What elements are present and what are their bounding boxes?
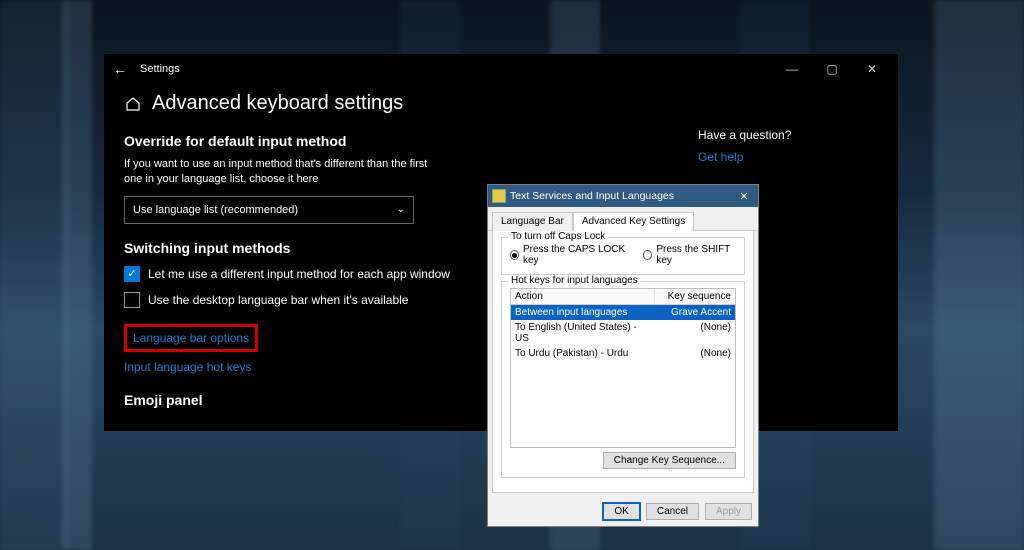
maximize-button[interactable]: ▢	[812, 54, 852, 84]
hotkey-row[interactable]: To Urdu (Pakistan) - Urdu (None)	[511, 346, 735, 361]
radio-label: Press the SHIFT key	[656, 244, 736, 266]
settings-titlebar: ← Settings — ▢ ✕	[104, 54, 898, 84]
hotkey-key: (None)	[655, 346, 735, 361]
fieldset-legend: To turn off Caps Lock	[508, 231, 608, 242]
bg-decor	[934, 0, 1024, 550]
checkbox-icon	[124, 266, 140, 282]
tab-advanced-key-settings[interactable]: Advanced Key Settings	[573, 212, 694, 231]
dialog-footer: OK Cancel Apply	[488, 497, 758, 526]
bg-decor	[0, 0, 70, 550]
section-override-desc: If you want to use an input method that'…	[124, 157, 444, 188]
dropdown-value: Use language list (recommended)	[133, 204, 298, 216]
chevron-down-icon: ⌄	[397, 204, 405, 215]
hotkey-row[interactable]: To English (United States) - US (None)	[511, 320, 735, 346]
hotkey-key: Grave Accent	[655, 305, 735, 320]
link-language-bar-options[interactable]: Language bar options	[133, 331, 249, 345]
highlight-box: Language bar options	[124, 324, 258, 352]
page-heading: Advanced keyboard settings	[124, 92, 554, 115]
checkbox-label: Let me use a different input method for …	[148, 267, 450, 281]
input-method-dropdown[interactable]: Use language list (recommended) ⌄	[124, 196, 414, 224]
dialog-icon	[492, 189, 506, 203]
col-action: Action	[511, 289, 655, 304]
text-services-dialog: Text Services and Input Languages ✕ Lang…	[487, 184, 759, 527]
dialog-title: Text Services and Input Languages	[510, 190, 734, 202]
section-override-title: Override for default input method	[124, 133, 554, 149]
checkbox-label: Use the desktop language bar when it's a…	[148, 293, 408, 307]
fieldset-hotkeys: Hot keys for input languages Action Key …	[501, 281, 745, 478]
home-icon[interactable]	[124, 95, 142, 113]
change-key-sequence-button[interactable]: Change Key Sequence...	[603, 452, 736, 469]
page-title: Advanced keyboard settings	[152, 92, 403, 115]
hotkey-key: (None)	[655, 320, 735, 346]
hotkey-action: To Urdu (Pakistan) - Urdu	[511, 346, 655, 361]
hotkey-row[interactable]: Between input languages Grave Accent	[511, 305, 735, 320]
radio-shift[interactable]: Press the SHIFT key	[643, 244, 736, 266]
radio-icon	[643, 250, 652, 260]
dialog-body: To turn off Caps Lock Press the CAPS LOC…	[492, 231, 754, 493]
close-button[interactable]: ✕	[852, 54, 892, 84]
hotkey-header: Action Key sequence	[511, 289, 735, 305]
link-get-help[interactable]: Get help	[698, 150, 743, 164]
dialog-tabs: Language Bar Advanced Key Settings	[488, 207, 758, 231]
radio-capslock[interactable]: Press the CAPS LOCK key	[510, 244, 627, 266]
dialog-close-button[interactable]: ✕	[734, 190, 754, 203]
cancel-button[interactable]: Cancel	[646, 503, 699, 520]
radio-label: Press the CAPS LOCK key	[523, 244, 628, 266]
hotkey-list[interactable]: Action Key sequence Between input langua…	[510, 288, 736, 448]
hotkey-action: To English (United States) - US	[511, 320, 655, 346]
back-button[interactable]: ←	[110, 61, 130, 77]
bg-decor	[62, 0, 92, 550]
dialog-titlebar: Text Services and Input Languages ✕	[488, 185, 758, 207]
minimize-button[interactable]: —	[772, 54, 812, 84]
fieldset-capslock: To turn off Caps Lock Press the CAPS LOC…	[501, 237, 745, 275]
tab-language-bar[interactable]: Language Bar	[492, 212, 573, 231]
ok-button[interactable]: OK	[603, 503, 639, 520]
hotkey-action: Between input languages	[511, 305, 655, 320]
radio-icon	[510, 250, 519, 260]
app-name: Settings	[140, 63, 180, 75]
col-key: Key sequence	[655, 289, 735, 304]
checkbox-icon	[124, 292, 140, 308]
fieldset-legend: Hot keys for input languages	[508, 275, 641, 286]
apply-button[interactable]: Apply	[705, 503, 752, 520]
side-question: Have a question?	[698, 128, 878, 142]
